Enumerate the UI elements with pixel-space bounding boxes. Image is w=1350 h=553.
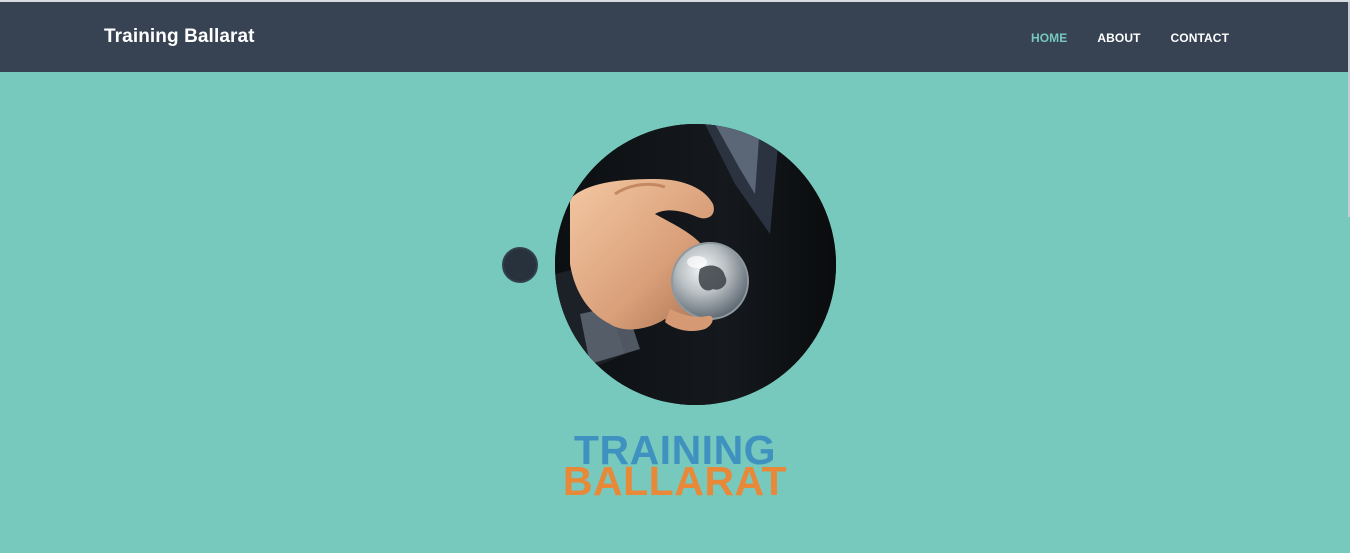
- nav-menu: HOME ABOUT CONTACT: [1031, 29, 1229, 47]
- hand-globe-illustration: [555, 124, 836, 405]
- decorative-dot: [502, 247, 538, 283]
- nav-link-contact[interactable]: CONTACT: [1171, 31, 1229, 45]
- training-ballarat-logo: TRAINING BALLARAT: [520, 430, 830, 502]
- brand-link[interactable]: Training Ballarat: [104, 26, 255, 48]
- logo-line-ballarat: BALLARAT: [562, 458, 788, 504]
- page: Training Ballarat HOME ABOUT CONTACT TRA…: [0, 0, 1350, 553]
- nav-item-contact: CONTACT: [1171, 29, 1229, 47]
- nav-item-about: ABOUT: [1097, 29, 1140, 47]
- nav-link-home[interactable]: HOME: [1031, 31, 1067, 45]
- hero-globe-image: [555, 124, 836, 405]
- top-navbar: Training Ballarat HOME ABOUT CONTACT: [0, 2, 1350, 72]
- nav-link-about[interactable]: ABOUT: [1097, 31, 1140, 45]
- nav-item-home: HOME: [1031, 29, 1067, 47]
